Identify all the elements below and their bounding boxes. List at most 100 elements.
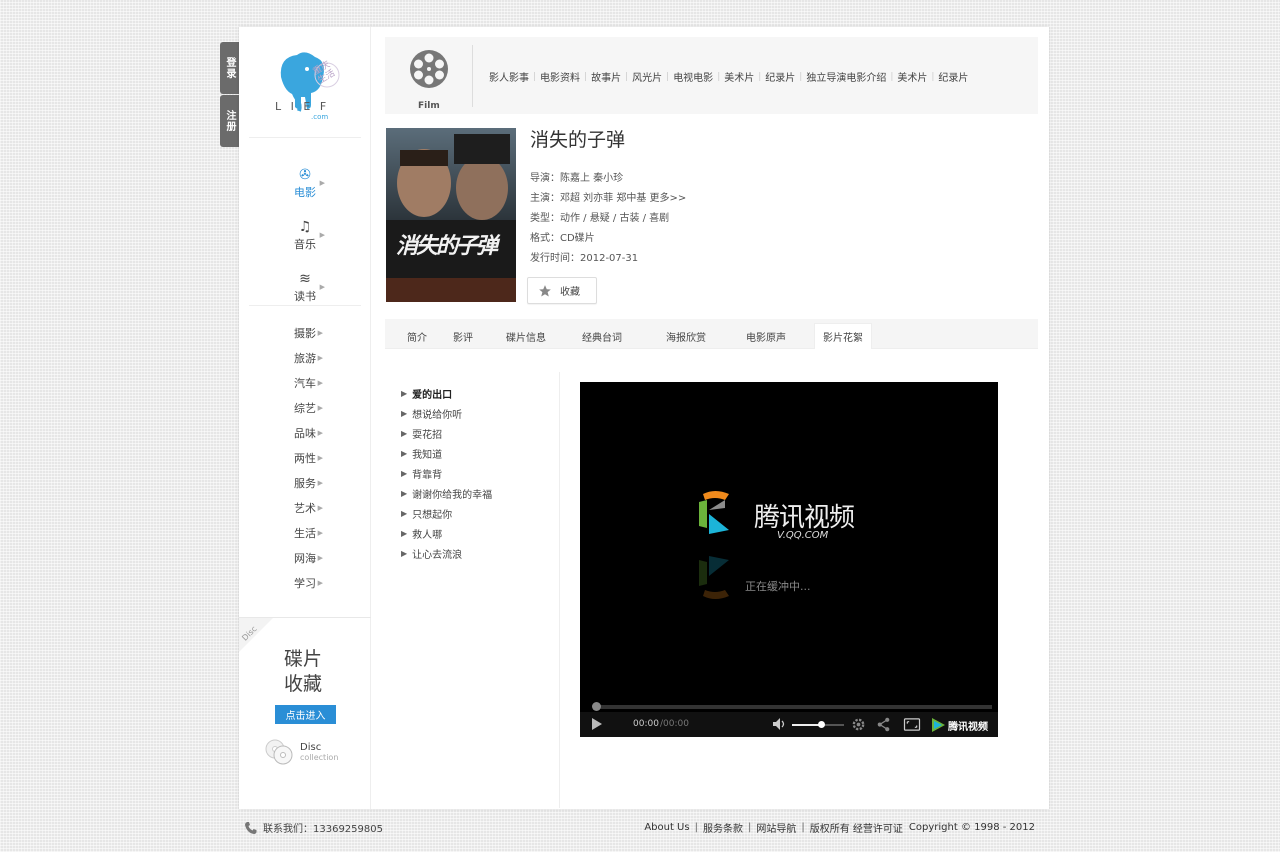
tab-featurettes[interactable]: 影片花絮 xyxy=(814,323,872,349)
detail-tabs: 简介 影评 碟片信息 经典台词 海报欣赏 电影原声 影片花絮 xyxy=(385,319,1038,349)
movie-poster[interactable]: 消失的子弹 xyxy=(386,128,516,302)
sub-nav-item[interactable]: 品味 ▶ xyxy=(239,420,371,445)
category-link[interactable]: 故事片 xyxy=(591,69,621,84)
left-sidebar: 重庆生活 L I E F .com ✇ 电影 ▶ ♫ 音乐 ▶ ≋ 读书 ▶ 摄… xyxy=(239,27,371,809)
chevron-right-icon: ▶ xyxy=(317,328,323,337)
tab-quotes[interactable]: 经典台词 xyxy=(571,323,633,349)
list-item[interactable]: ▶ 想说给你听 xyxy=(401,403,492,423)
list-item[interactable]: ▶ 爱的出口 xyxy=(401,383,492,403)
sub-nav-item[interactable]: 摄影 ▶ xyxy=(239,320,371,345)
category-link[interactable]: 独立导演电影介绍 xyxy=(806,69,886,84)
sub-nav-item[interactable]: 生活 ▶ xyxy=(239,520,371,545)
footer-contact: 联系我们：13369259805 xyxy=(244,820,383,835)
sub-nav-item[interactable]: 网海 ▶ xyxy=(239,545,371,570)
disc-title-line: 收藏 xyxy=(283,673,322,695)
meta-key: 类型： xyxy=(530,213,560,224)
divider xyxy=(249,305,361,306)
disc-sub-label: collection xyxy=(300,753,339,762)
category-link[interactable]: 影人影事 xyxy=(489,69,529,84)
clip-label: 谢谢你给我的幸福 xyxy=(412,489,493,501)
meta-format: 格式： CD碟片 xyxy=(530,229,686,249)
favorite-button[interactable]: 收藏 xyxy=(527,277,597,304)
category-bar: Film 影人影事 | 电影资料 | 故事片 | 风光片 | 电视电影 | 美术片 | 纪录… xyxy=(385,37,1038,114)
login-tab[interactable]: 登录 xyxy=(220,42,239,94)
meta-director: 导演： 陈嘉上 秦小珍 xyxy=(530,169,686,189)
register-tab[interactable]: 注册 xyxy=(220,95,239,147)
list-item[interactable]: ▶ 我知道 xyxy=(401,443,492,463)
divider xyxy=(249,137,361,138)
volume-icon[interactable] xyxy=(772,717,787,731)
player-controls: 00:00 /00:00 腾讯视频 xyxy=(580,712,998,737)
tab-reviews[interactable]: 影评 xyxy=(443,323,483,349)
sub-nav-item[interactable]: 两性 ▶ xyxy=(239,445,371,470)
list-item[interactable]: ▶ 谢谢你给我的幸福 xyxy=(401,483,492,503)
category-link[interactable]: 美术片 xyxy=(724,69,754,84)
fullscreen-icon[interactable] xyxy=(903,717,921,732)
list-item[interactable]: ▶ 耍花招 xyxy=(401,423,492,443)
chevron-right-icon: ▶ xyxy=(317,553,323,562)
tab-posters[interactable]: 海报欣赏 xyxy=(655,323,717,349)
meta-value[interactable]: 邓超 刘亦菲 郑中基 更多>> xyxy=(560,189,686,209)
enter-disc-button[interactable]: 点击进入 xyxy=(275,705,336,724)
sub-nav-label: 服务 xyxy=(294,476,316,490)
separator: | xyxy=(666,71,670,82)
progress-track[interactable] xyxy=(594,705,992,709)
time-current: 00:00 xyxy=(633,719,659,729)
tencent-video-brand[interactable]: 腾讯视频 xyxy=(930,717,988,733)
sub-nav-item[interactable]: 综艺 ▶ xyxy=(239,395,371,420)
star-icon xyxy=(539,284,551,297)
poster-title: 消失的子弹 xyxy=(396,234,498,259)
sub-nav-item[interactable]: 汽车 ▶ xyxy=(239,370,371,395)
clip-label: 救人哪 xyxy=(412,529,443,541)
footer-copyright: Copyright © 1998 - 2012 xyxy=(908,822,1035,833)
disc-title-line: 碟片 xyxy=(283,648,322,670)
sub-nav-item[interactable]: 艺术 ▶ xyxy=(239,495,371,520)
category-link[interactable]: 美术片 xyxy=(897,69,927,84)
footer-link-about[interactable]: About Us xyxy=(644,822,689,833)
film-reel-icon[interactable] xyxy=(408,48,450,90)
meta-value: CD碟片 xyxy=(560,233,595,244)
tab-intro[interactable]: 简介 xyxy=(397,323,437,349)
list-item[interactable]: ▶ 背靠背 xyxy=(401,463,492,483)
sub-nav-label: 学习 xyxy=(294,576,316,590)
sub-nav-item[interactable]: 旅游 ▶ xyxy=(239,345,371,370)
main-nav-item-film[interactable]: ✇ 电影 ▶ xyxy=(239,157,371,209)
poster-image xyxy=(386,128,516,302)
play-icon[interactable] xyxy=(591,717,603,731)
sub-nav-label: 旅游 xyxy=(294,351,316,365)
share-icon[interactable] xyxy=(876,717,891,732)
site-logo[interactable]: 重庆生活 L I E F .com xyxy=(271,47,341,127)
footer-link-sitemap[interactable]: 网站导航 xyxy=(756,820,796,835)
main-nav-item-music[interactable]: ♫ 音乐 ▶ xyxy=(239,209,371,261)
progress-handle[interactable] xyxy=(592,702,601,711)
meta-key: 主演： xyxy=(530,193,560,204)
main-nav: ✇ 电影 ▶ ♫ 音乐 ▶ ≋ 读书 ▶ xyxy=(239,157,371,313)
play-triangle-icon: ▶ xyxy=(401,508,408,518)
tab-disc-info[interactable]: 碟片信息 xyxy=(495,323,557,349)
list-item[interactable]: ▶ 让心去流浪 xyxy=(401,543,492,563)
sub-nav-item[interactable]: 服务 ▶ xyxy=(239,470,371,495)
volume-handle[interactable] xyxy=(817,721,825,728)
main-nav-label: 读书 xyxy=(294,289,316,303)
logo-letters: L I E F xyxy=(275,100,330,113)
play-triangle-icon: ▶ xyxy=(401,428,408,438)
category-link[interactable]: 纪录片 xyxy=(938,69,968,84)
video-player[interactable]: 腾讯视频 V.QQ.COM 正在缓冲中... 00:00 /00:00 腾讯视频 xyxy=(580,382,998,737)
disc-icon xyxy=(265,739,293,765)
meta-value: 动作 / 悬疑 / 古装 / 喜剧 xyxy=(560,213,670,224)
list-item[interactable]: ▶ 只想起你 xyxy=(401,503,492,523)
list-item[interactable]: ▶ 救人哪 xyxy=(401,523,492,543)
footer-link-license[interactable]: 版权所有 经营许可证 xyxy=(810,820,903,835)
play-triangle-icon: ▶ xyxy=(401,528,408,538)
volume-fill xyxy=(792,724,821,726)
category-link[interactable]: 纪录片 xyxy=(765,69,795,84)
category-link[interactable]: 电影资料 xyxy=(540,69,580,84)
tab-soundtrack[interactable]: 电影原声 xyxy=(735,323,797,349)
meta-value[interactable]: 陈嘉上 秦小珍 xyxy=(560,169,623,189)
gear-icon[interactable] xyxy=(851,717,866,732)
clip-label: 背靠背 xyxy=(412,469,443,481)
sub-nav-item[interactable]: 学习 ▶ xyxy=(239,570,371,595)
category-link[interactable]: 电视电影 xyxy=(673,69,713,84)
category-link[interactable]: 风光片 xyxy=(632,69,662,84)
footer-link-terms[interactable]: 服务条款 xyxy=(703,820,743,835)
